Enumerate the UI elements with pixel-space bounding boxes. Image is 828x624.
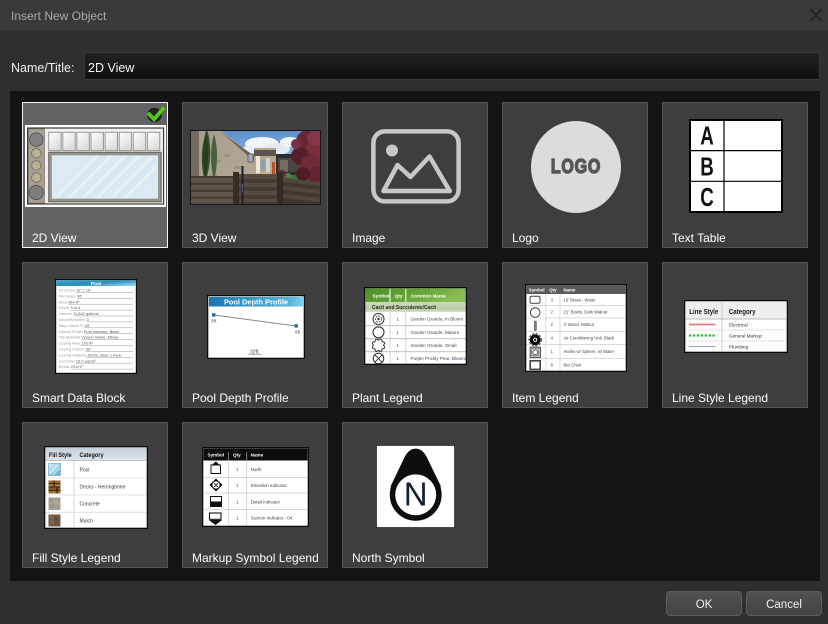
svg-text:Steps/Benches 3: Steps/Benches 3: [59, 317, 90, 322]
svg-text:6ft.: 6ft.: [295, 330, 301, 335]
svg-text:Section Indicator - 04: Section Indicator - 04: [251, 516, 293, 521]
svg-text:Bar Chair: Bar Chair: [564, 363, 582, 368]
svg-text:Atelier w/ Sphere, w/ Water: Atelier w/ Sphere, w/ Water: [564, 349, 615, 354]
svg-text:Fill Style: Fill Style: [49, 453, 73, 459]
svg-text:1: 1: [396, 317, 399, 322]
svg-text:Common Name: Common Name: [411, 293, 447, 299]
svg-text:4' Wood, Walnut: 4' Wood, Walnut: [564, 322, 595, 327]
svg-text:3ft.: 3ft.: [211, 319, 217, 324]
svg-text:Tile Material Veneer Stone, M: Tile Material Veneer Stone, Mixup: [59, 335, 120, 340]
svg-text:C: C: [700, 182, 714, 212]
svg-text:Garden Grande, Mature: Garden Grande, Mature: [411, 330, 460, 335]
svg-text:Air Conditioning Unit, Black: Air Conditioning Unit, Black: [564, 336, 616, 341]
svg-text:Envelope 32' x 16': Envelope 32' x 16': [59, 288, 92, 293]
svg-text:Coping Interior 96': Coping Interior 96': [59, 347, 92, 352]
svg-text:Name: Name: [251, 452, 264, 457]
svg-text:Line Style: Line Style: [689, 309, 718, 316]
svg-text:Purple Prickly Pear, Bloomed: Purple Prickly Pear, Bloomed: [411, 356, 468, 361]
svg-text:Interior Finish Pool Interior: Interior Finish Pool Interiors, Black: [59, 329, 120, 334]
svg-text:Cacti and Succulents/Cacti: Cacti and Succulents/Cacti: [372, 305, 437, 311]
svg-text:Concrete: Concrete: [80, 502, 101, 508]
svg-text:Symbol: Symbol: [372, 293, 389, 299]
svg-text:Coping Material Stone, Blue,: Coping Material Stone, Blue, Linear: [59, 352, 123, 357]
svg-text:Category: Category: [79, 453, 104, 459]
svg-text:North: North: [251, 467, 262, 472]
svg-text:1: 1: [396, 356, 399, 361]
svg-text:Qty: Qty: [395, 293, 403, 299]
svg-text:Concrete 16.0 yards³: Concrete 16.0 yards³: [59, 358, 97, 363]
svg-text:Detail Indicator: Detail Indicator: [251, 500, 281, 505]
svg-text:Qty: Qty: [233, 452, 241, 457]
svg-text:General Markup: General Markup: [729, 334, 762, 339]
svg-text:Pool: Pool: [80, 468, 90, 474]
svg-text:Elevation Indicator: Elevation Indicator: [251, 483, 288, 488]
svg-text:Pool: Pool: [91, 281, 101, 287]
svg-text:21" Bowls, Dark Walnut: 21" Bowls, Dark Walnut: [564, 310, 609, 315]
svg-text:Garden Grande, In Bloom: Garden Grande, In Bloom: [411, 317, 464, 322]
svg-text:Category: Category: [729, 309, 756, 316]
svg-text:Mulch: Mulch: [80, 519, 94, 525]
svg-text:Rebar 2011'0": Rebar 2011'0": [59, 364, 85, 369]
svg-text:Depth 3 to 6: Depth 3 to 6: [59, 305, 82, 310]
svg-text:Decks - Herringbone: Decks - Herringbone: [80, 485, 126, 491]
svg-text:N: N: [404, 476, 428, 513]
svg-text:16' Brass - Water: 16' Brass - Water: [564, 298, 597, 303]
svg-text:1: 1: [396, 343, 399, 348]
svg-text:B: B: [700, 151, 714, 181]
svg-text:Plumbing: Plumbing: [729, 345, 749, 350]
svg-text:Garden Grande, Small: Garden Grande, Small: [411, 343, 457, 348]
svg-text:Symbol: Symbol: [208, 452, 225, 457]
svg-text:A: A: [700, 120, 714, 150]
svg-text:Pool Depth Profile: Pool Depth Profile: [224, 298, 288, 307]
svg-text:Electrical: Electrical: [729, 323, 748, 328]
svg-text:1: 1: [396, 330, 399, 335]
svg-text:Volume 11,842 gallons: Volume 11,842 gallons: [59, 311, 99, 316]
svg-text:Step Linear Ft 40': Step Linear Ft 40': [59, 323, 91, 328]
svg-text:Coping Area 100 ft²: Coping Area 100 ft²: [59, 341, 94, 346]
svg-text:Area 464 ft²: Area 464 ft²: [59, 299, 81, 304]
svg-text:Symbol: Symbol: [529, 287, 545, 292]
svg-text:Name: Name: [564, 287, 577, 292]
svg-text:Perimeter 96': Perimeter 96': [59, 293, 83, 298]
svg-text:Qty: Qty: [549, 287, 557, 292]
